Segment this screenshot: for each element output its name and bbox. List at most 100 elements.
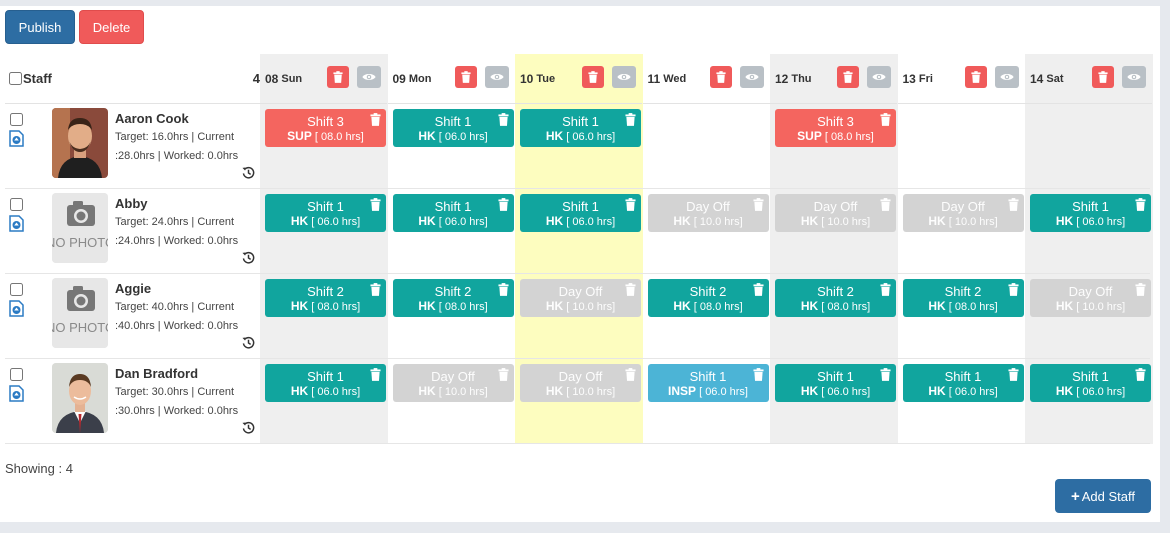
trash-icon[interactable] [497, 113, 509, 126]
trash-icon[interactable] [625, 283, 636, 296]
shift-block[interactable]: Shift 1 HK [ 06.0 hrs] [520, 109, 641, 147]
trash-icon[interactable] [1135, 283, 1146, 296]
trash-icon[interactable] [1135, 368, 1146, 381]
day-cell[interactable]: Shift 3 SUP [ 08.0 hrs] [260, 104, 387, 189]
eye-icon[interactable] [484, 66, 509, 88]
add-staff-button[interactable]: + Add Staff [1055, 479, 1151, 513]
shift-block[interactable]: Shift 1 HK [ 06.0 hrs] [265, 194, 386, 232]
day-cell[interactable]: Shift 2 HK [ 08.0 hrs] [898, 274, 1025, 359]
shift-block[interactable]: Shift 1 HK [ 06.0 hrs] [1030, 364, 1151, 402]
staff-name[interactable]: Aggie [115, 281, 151, 296]
trash-icon[interactable] [625, 368, 636, 381]
trash-icon[interactable] [497, 368, 509, 381]
shift-block[interactable]: Shift 2 HK [ 08.0 hrs] [392, 279, 514, 317]
shift-block[interactable]: Day Off HK [ 10.0 hrs] [775, 194, 896, 232]
day-cell[interactable]: Day Off HK [ 10.0 hrs] [515, 274, 642, 359]
trash-icon[interactable] [1007, 198, 1019, 211]
day-cell[interactable]: Shift 2 HK [ 08.0 hrs] [388, 274, 515, 359]
trash-icon[interactable] [370, 283, 381, 296]
shift-block[interactable]: Shift 2 HK [ 08.0 hrs] [902, 279, 1024, 317]
trash-icon[interactable] [880, 368, 891, 381]
day-cell[interactable]: Shift 1 INSP [ 06.0 hrs] [643, 359, 770, 444]
day-cell[interactable]: Day Off HK [ 10.0 hrs] [515, 359, 642, 444]
day-cell[interactable]: Shift 3 SUP [ 08.0 hrs] [770, 104, 897, 189]
shift-block[interactable]: Day Off HK [ 10.0 hrs] [647, 194, 769, 232]
trash-icon[interactable] [370, 198, 381, 211]
shift-block[interactable]: Shift 2 HK [ 08.0 hrs] [647, 279, 769, 317]
trash-icon[interactable] [370, 113, 381, 126]
history-icon[interactable] [242, 251, 255, 264]
day-cell[interactable]: Shift 1 HK [ 06.0 hrs] [515, 104, 642, 189]
publish-button[interactable]: Publish [5, 10, 75, 44]
day-cell[interactable]: Shift 1 HK [ 06.0 hrs] [388, 189, 515, 274]
day-cell[interactable] [898, 104, 1025, 189]
trash-icon[interactable] [1135, 198, 1146, 211]
delete-button[interactable]: Delete [79, 10, 144, 44]
trash-icon[interactable] [1007, 368, 1019, 381]
trash-icon[interactable] [625, 198, 636, 211]
trash-icon[interactable] [497, 198, 509, 211]
trash-icon[interactable] [837, 66, 859, 88]
shift-block[interactable]: Day Off HK [ 10.0 hrs] [520, 364, 641, 402]
trash-icon[interactable] [880, 113, 891, 126]
trash-icon[interactable] [327, 66, 349, 88]
history-icon[interactable] [242, 421, 255, 434]
staff-name[interactable]: Aaron Cook [115, 111, 189, 126]
eye-icon[interactable] [1122, 66, 1146, 88]
shift-block[interactable]: Shift 1 HK [ 06.0 hrs] [265, 364, 386, 402]
history-icon[interactable] [242, 336, 255, 349]
trash-icon[interactable] [752, 368, 764, 381]
shift-block[interactable]: Shift 1 HK [ 06.0 hrs] [775, 364, 896, 402]
trash-icon[interactable] [752, 198, 764, 211]
shift-block[interactable]: Day Off HK [ 10.0 hrs] [1030, 279, 1151, 317]
day-cell[interactable]: Day Off HK [ 10.0 hrs] [770, 189, 897, 274]
day-cell[interactable]: Shift 2 HK [ 08.0 hrs] [770, 274, 897, 359]
trash-icon[interactable] [880, 283, 891, 296]
shift-block[interactable]: Shift 2 HK [ 08.0 hrs] [265, 279, 386, 317]
row-checkbox[interactable] [10, 283, 23, 296]
day-cell[interactable]: Shift 1 HK [ 06.0 hrs] [260, 359, 387, 444]
day-cell[interactable]: Shift 1 HK [ 06.0 hrs] [770, 359, 897, 444]
trash-icon[interactable] [752, 283, 764, 296]
shift-block[interactable]: Day Off HK [ 10.0 hrs] [520, 279, 641, 317]
day-cell[interactable] [1025, 104, 1152, 189]
shift-block[interactable]: Shift 1 HK [ 06.0 hrs] [392, 109, 514, 147]
trash-icon[interactable] [454, 66, 477, 88]
trash-icon[interactable] [1007, 283, 1019, 296]
day-cell[interactable]: Day Off HK [ 10.0 hrs] [898, 189, 1025, 274]
shift-block[interactable]: Shift 1 HK [ 06.0 hrs] [520, 194, 641, 232]
row-checkbox[interactable] [10, 198, 23, 211]
eye-icon[interactable] [357, 66, 381, 88]
day-cell[interactable]: Shift 1 HK [ 06.0 hrs] [515, 189, 642, 274]
shift-block[interactable]: Shift 1 HK [ 06.0 hrs] [392, 194, 514, 232]
publish-status-icon[interactable] [9, 215, 24, 232]
day-cell[interactable]: Shift 1 HK [ 06.0 hrs] [898, 359, 1025, 444]
trash-icon[interactable] [709, 66, 732, 88]
day-cell[interactable]: Shift 2 HK [ 08.0 hrs] [643, 274, 770, 359]
day-cell[interactable] [643, 104, 770, 189]
staff-name[interactable]: Abby [115, 196, 148, 211]
eye-icon[interactable] [994, 66, 1019, 88]
trash-icon[interactable] [497, 283, 509, 296]
shift-block[interactable]: Day Off HK [ 10.0 hrs] [392, 364, 514, 402]
select-all-checkbox[interactable] [9, 72, 22, 85]
history-icon[interactable] [242, 166, 255, 179]
row-checkbox[interactable] [10, 368, 23, 381]
day-cell[interactable]: Shift 1 HK [ 06.0 hrs] [1025, 359, 1152, 444]
shift-block[interactable]: Shift 3 SUP [ 08.0 hrs] [775, 109, 896, 147]
trash-icon[interactable] [370, 368, 381, 381]
eye-icon[interactable] [739, 66, 764, 88]
publish-status-icon[interactable] [9, 130, 24, 147]
shift-block[interactable]: Shift 1 HK [ 06.0 hrs] [1030, 194, 1151, 232]
trash-icon[interactable] [582, 66, 604, 88]
eye-icon[interactable] [867, 66, 891, 88]
shift-block[interactable]: Shift 1 INSP [ 06.0 hrs] [647, 364, 769, 402]
trash-icon[interactable] [964, 66, 987, 88]
trash-icon[interactable] [1092, 66, 1114, 88]
day-cell[interactable]: Shift 1 HK [ 06.0 hrs] [388, 104, 515, 189]
publish-status-icon[interactable] [9, 385, 24, 402]
shift-block[interactable]: Shift 1 HK [ 06.0 hrs] [902, 364, 1024, 402]
day-cell[interactable]: Shift 1 HK [ 06.0 hrs] [1025, 189, 1152, 274]
row-checkbox[interactable] [10, 113, 23, 126]
day-cell[interactable]: Shift 1 HK [ 06.0 hrs] [260, 189, 387, 274]
